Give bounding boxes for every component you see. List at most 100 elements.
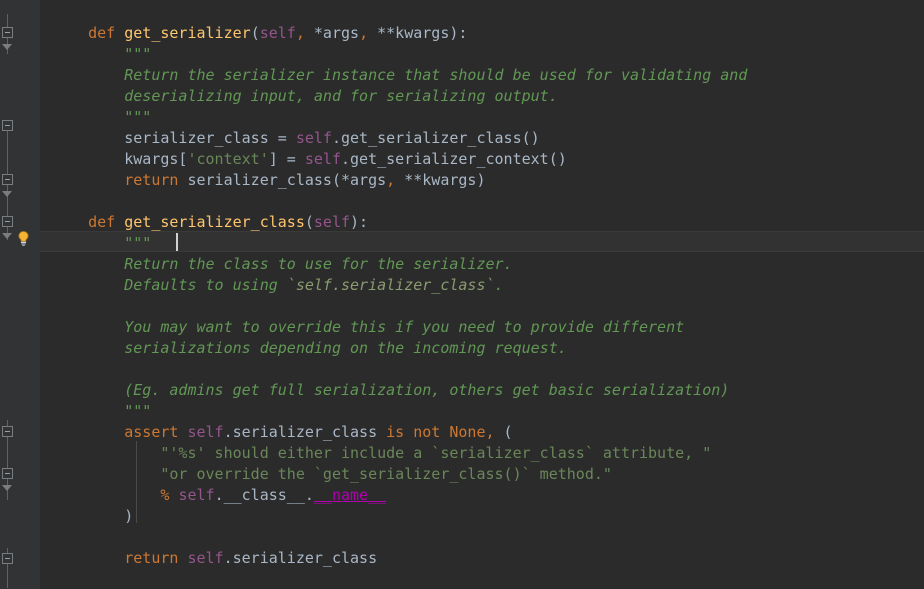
fold-collapse-marker[interactable] xyxy=(2,553,13,564)
code-token: """ xyxy=(52,45,152,63)
code-line[interactable]: return serializer_class(*args, **kwargs) xyxy=(40,170,747,191)
editor-gutter[interactable] xyxy=(0,0,40,589)
code-line[interactable]: return self.serializer_class xyxy=(40,548,747,569)
fold-region-end[interactable] xyxy=(2,191,13,198)
code-token: return xyxy=(124,549,179,567)
fold-region-end[interactable] xyxy=(2,485,13,492)
code-token: .serializer_class xyxy=(223,423,387,441)
code-token: ] = xyxy=(268,150,305,168)
code-token: , xyxy=(359,24,369,42)
code-token: __name__ xyxy=(313,486,387,504)
code-token: , xyxy=(485,423,495,441)
code-line[interactable]: serializer_class = self.get_serializer_c… xyxy=(40,128,747,149)
code-token: get_serializer xyxy=(124,24,251,42)
code-token: **kwargs) xyxy=(395,171,486,189)
code-token: self xyxy=(187,423,224,441)
code-token: ( xyxy=(250,24,260,42)
code-token: Return the serializer instance that shou… xyxy=(52,66,748,84)
code-token: ) xyxy=(52,507,134,525)
code-token: assert xyxy=(124,423,179,441)
code-line[interactable]: """ xyxy=(40,401,747,422)
code-token: serializations depending on the incoming… xyxy=(52,339,567,357)
code-line[interactable]: ) xyxy=(40,506,747,527)
code-line[interactable]: kwargs['context'] = self.get_serializer_… xyxy=(40,149,747,170)
source-code-text[interactable]: def get_serializer(self, *args, **kwargs… xyxy=(40,23,747,569)
code-token: return xyxy=(124,171,179,189)
code-line[interactable]: % self.__class__.__name__ xyxy=(40,485,747,506)
code-line[interactable]: ​ xyxy=(40,296,747,317)
code-token: self xyxy=(304,150,341,168)
fold-collapse-marker[interactable] xyxy=(2,27,13,38)
code-token: """ xyxy=(52,402,152,420)
fold-collapse-marker[interactable] xyxy=(2,120,13,131)
code-token: deserializing input, and for serializing… xyxy=(52,87,558,105)
code-line[interactable]: Return the serializer instance that shou… xyxy=(40,65,747,86)
code-token: self xyxy=(187,549,224,567)
code-line[interactable]: ​ xyxy=(40,359,747,380)
code-token: ): xyxy=(449,24,468,42)
code-token: You may want to override this if you nee… xyxy=(52,318,685,336)
code-token: .get_serializer_class() xyxy=(331,129,540,147)
code-token: self xyxy=(259,24,296,42)
code-token: self xyxy=(313,213,351,231)
code-token: .__class__. xyxy=(214,486,314,504)
code-token: serializer_class(*args xyxy=(178,171,387,189)
code-line[interactable]: assert self.serializer_class is not None… xyxy=(40,422,747,443)
code-line[interactable]: """ xyxy=(40,44,747,65)
fold-collapse-marker[interactable] xyxy=(2,426,13,437)
fold-collapse-marker[interactable] xyxy=(2,216,13,227)
code-token: ( xyxy=(304,213,314,231)
code-line[interactable]: def get_serializer_class(self): xyxy=(40,212,747,233)
code-line[interactable]: You may want to override this if you nee… xyxy=(40,317,747,338)
code-token: serializer_class = xyxy=(52,129,296,147)
fold-collapse-marker[interactable] xyxy=(2,468,13,479)
code-token: self xyxy=(295,129,332,147)
code-line[interactable]: Defaults to using `self.serializer_class… xyxy=(40,275,747,296)
code-line[interactable]: serializations depending on the incoming… xyxy=(40,338,747,359)
code-token: .get_serializer_context() xyxy=(341,150,567,168)
code-token: def xyxy=(88,213,116,231)
code-token: ( xyxy=(494,423,513,441)
code-token: """ xyxy=(52,234,152,252)
code-line[interactable]: deserializing input, and for serializing… xyxy=(40,86,747,107)
code-line[interactable]: def get_serializer(self, *args, **kwargs… xyxy=(40,23,747,44)
code-token: 'context' xyxy=(187,150,269,168)
code-line[interactable]: (Eg. admins get full serialization, othe… xyxy=(40,380,747,401)
code-token: kwargs[ xyxy=(52,150,188,168)
code-editor-window: def get_serializer(self, *args, **kwargs… xyxy=(0,0,924,589)
code-line[interactable]: ​ xyxy=(40,527,747,548)
fold-region-end[interactable] xyxy=(2,44,13,51)
text-caret xyxy=(176,233,178,251)
code-token: *args xyxy=(304,24,360,42)
code-token: Defaults to using xyxy=(52,276,287,294)
code-line[interactable]: """ xyxy=(40,233,747,254)
code-token: "or override the `get_serializer_class()… xyxy=(52,465,612,483)
code-token: .serializer_class xyxy=(223,549,378,567)
code-line[interactable]: Return the class to use for the serializ… xyxy=(40,254,747,275)
code-line[interactable]: """ xyxy=(40,107,747,128)
code-token: , xyxy=(295,24,305,42)
code-line[interactable]: "'%s' should either include a `serialize… xyxy=(40,443,747,464)
code-token: ): xyxy=(350,213,369,231)
code-token: "'%s' should either include a `serialize… xyxy=(52,444,712,462)
code-token: """ xyxy=(52,108,152,126)
code-token: , xyxy=(386,171,396,189)
code-token: is not None xyxy=(386,423,486,441)
code-token: get_serializer_class xyxy=(124,213,305,231)
intention-bulb-icon[interactable] xyxy=(15,230,32,247)
code-line[interactable]: ​ xyxy=(40,191,747,212)
code-editing-area[interactable]: def get_serializer(self, *args, **kwargs… xyxy=(40,0,924,589)
fold-collapse-marker[interactable] xyxy=(2,174,13,185)
fold-region-end[interactable] xyxy=(2,233,13,240)
code-token: def xyxy=(88,24,116,42)
code-token: **kwargs xyxy=(368,24,450,42)
code-token: self xyxy=(178,486,215,504)
code-line[interactable]: "or override the `get_serializer_class()… xyxy=(40,464,747,485)
